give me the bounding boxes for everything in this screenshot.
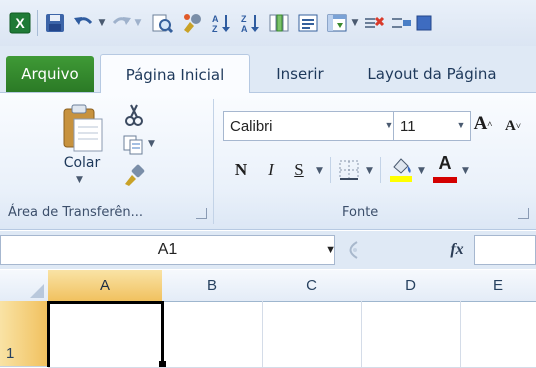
sort-descending-icon[interactable]: ZA — [238, 10, 262, 36]
font-size-dropdown-icon[interactable]: ▼ — [452, 112, 470, 138]
tab-insert[interactable]: Inserir — [256, 54, 344, 93]
ribbon-home: Colar ▼ ▼ Área de Transferên... Calibri … — [0, 93, 536, 230]
ribbon-tabs: Arquivo Página Inicial Inserir Layout da… — [0, 46, 536, 95]
row-header-1[interactable]: 1 — [0, 301, 48, 367]
font-name-value: Calibri — [230, 117, 273, 135]
font-color-dropdown-icon[interactable]: ▼ — [462, 166, 469, 176]
cut-icon[interactable] — [122, 103, 146, 127]
format-painter-icon[interactable] — [180, 10, 204, 36]
undo-dropdown-icon[interactable]: ▼ — [96, 10, 108, 36]
delete-rows-icon[interactable] — [362, 10, 386, 36]
fill-color-dropdown-icon[interactable]: ▼ — [418, 166, 425, 176]
svg-text:X: X — [15, 15, 25, 31]
name-box-value: A1 — [157, 241, 178, 258]
underline-dropdown-icon[interactable]: ▼ — [316, 166, 323, 176]
name-box-dropdown-icon[interactable]: ▼ — [325, 244, 336, 256]
customize-toolbar-icon[interactable] — [414, 10, 434, 36]
grow-font-label: A — [473, 113, 488, 134]
column-header-c[interactable]: C — [262, 270, 362, 302]
borders-dropdown-icon[interactable]: ▼ — [366, 166, 373, 176]
cell-d1[interactable] — [361, 301, 461, 368]
cell-e1[interactable] — [460, 301, 536, 368]
svg-text:Z: Z — [212, 24, 218, 34]
column-header-b[interactable]: B — [162, 270, 263, 302]
redo-icon[interactable] — [110, 10, 132, 36]
copy-icon[interactable] — [122, 133, 146, 157]
paste-icon[interactable] — [58, 103, 106, 153]
fill-color-icon[interactable] — [388, 155, 414, 183]
copy-dropdown-icon[interactable]: ▼ — [148, 139, 155, 149]
font-dialog-launcher-icon[interactable] — [518, 208, 529, 219]
insert-rows-icon[interactable] — [389, 10, 413, 36]
font-color-swatch — [433, 177, 457, 183]
excel-logo-icon[interactable]: X — [8, 10, 32, 36]
formula-bar: A1 ▼ fx — [0, 231, 536, 269]
font-group-label: Fonte — [342, 205, 379, 220]
italic-button[interactable]: I — [258, 157, 284, 183]
sort-ascending-icon[interactable]: AZ — [209, 10, 233, 36]
save-icon[interactable] — [43, 10, 67, 36]
format-painter-brush-icon[interactable] — [122, 163, 146, 187]
form-icon[interactable] — [296, 10, 320, 36]
cell-c1[interactable] — [262, 301, 362, 368]
clipboard-group-label: Área de Transferên... — [8, 205, 144, 220]
quick-access-toolbar: X ▼ ▼ AZ ZA ▼ — [0, 0, 536, 46]
paste-button[interactable]: Colar — [60, 155, 104, 171]
pivot-table-icon[interactable] — [325, 10, 349, 36]
tab-page-layout[interactable]: Layout da Página — [352, 54, 512, 93]
tab-home[interactable]: Página Inicial — [100, 54, 250, 95]
insert-function-button[interactable]: fx — [444, 237, 470, 263]
borders-icon[interactable] — [338, 159, 360, 181]
font-color-label: A — [438, 153, 452, 173]
cell-b1[interactable] — [162, 301, 263, 368]
underline-button[interactable]: S — [286, 157, 312, 183]
column-header-d[interactable]: D — [361, 270, 461, 302]
column-header-e[interactable]: E — [460, 270, 536, 302]
redo-dropdown-icon[interactable]: ▼ — [132, 10, 144, 36]
bold-button[interactable]: N — [228, 157, 254, 183]
cancel-entry-icon[interactable] — [340, 239, 362, 261]
grow-font-button[interactable]: A ˄ — [470, 111, 496, 137]
tab-file[interactable]: Arquivo — [6, 56, 94, 92]
undo-icon[interactable] — [72, 10, 96, 36]
font-name-combo[interactable]: Calibri ▼ — [223, 111, 399, 141]
svg-text:A: A — [212, 14, 219, 24]
spreadsheet-grid: A B C D E 1 — [0, 270, 536, 368]
select-all-corner[interactable] — [0, 270, 49, 302]
shrink-font-label: A — [505, 117, 516, 134]
fill-handle[interactable] — [159, 361, 166, 367]
font-size-combo[interactable]: 11 ▼ — [393, 111, 471, 141]
active-cell-border — [47, 301, 164, 367]
shrink-font-button[interactable]: A ˅ — [500, 113, 526, 139]
svg-text:A: A — [241, 24, 248, 34]
paste-dropdown-icon[interactable]: ▼ — [76, 175, 83, 185]
name-box[interactable]: A1 ▼ — [0, 235, 336, 265]
svg-text:Z: Z — [241, 14, 247, 24]
formula-input[interactable] — [474, 235, 536, 265]
column-header-a[interactable]: A — [48, 270, 163, 302]
pivot-dropdown-icon[interactable]: ▼ — [349, 10, 361, 36]
clipboard-dialog-launcher-icon[interactable] — [196, 208, 207, 219]
insert-columns-icon[interactable] — [267, 10, 291, 36]
font-size-value: 11 — [400, 117, 416, 135]
print-preview-icon[interactable] — [150, 10, 174, 36]
